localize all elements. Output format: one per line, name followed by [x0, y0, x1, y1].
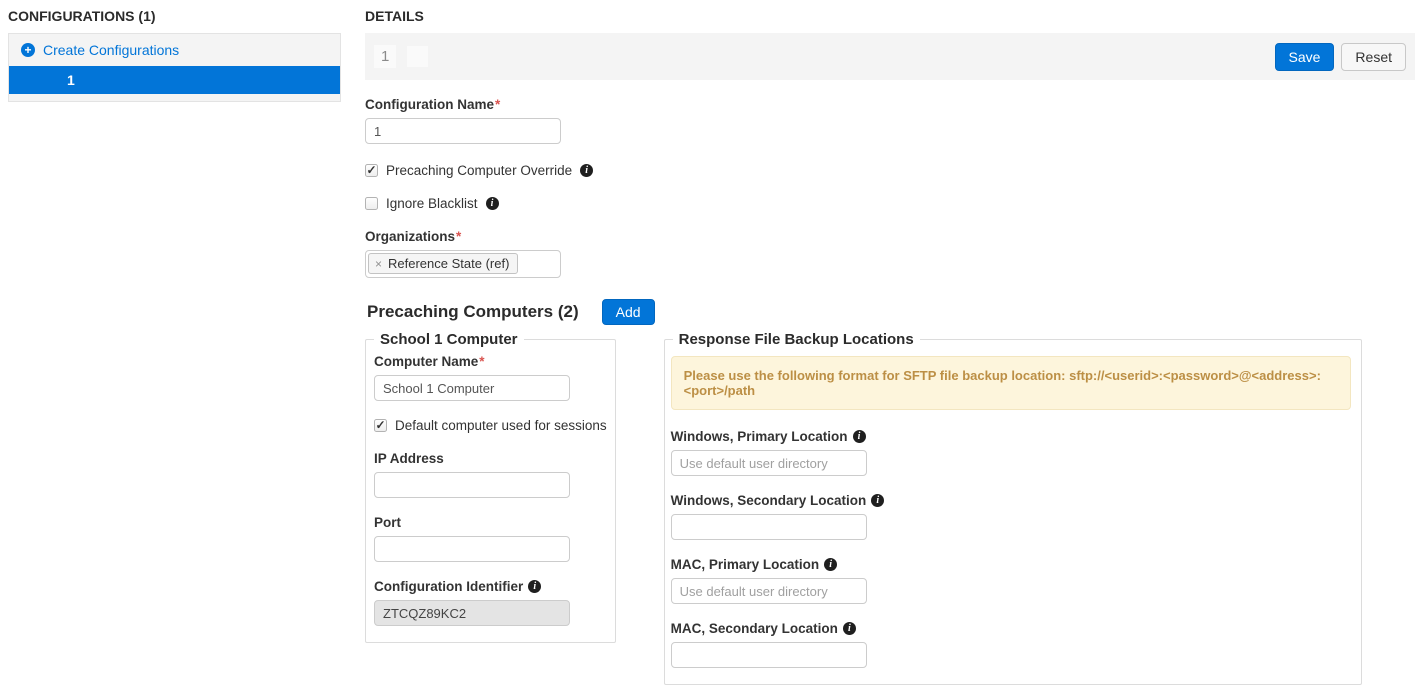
windows-primary-label: Windows, Primary Location i	[671, 429, 1353, 444]
organizations-group: Organizations* × Reference State (ref)	[365, 229, 1415, 278]
configuration-identifier-input	[374, 600, 570, 626]
label-text: Configuration Identifier	[374, 579, 523, 594]
label-text: Organizations	[365, 229, 455, 244]
page: CONFIGURATIONS (1) + Create Configuratio…	[0, 0, 1417, 685]
mac-secondary-group: MAC, Secondary Location i	[671, 621, 1353, 668]
required-marker: *	[479, 354, 484, 369]
ip-address-label: IP Address	[374, 451, 607, 466]
default-computer-row: Default computer used for sessions	[374, 418, 607, 433]
details-bar-box	[407, 46, 428, 67]
precaching-override-checkbox[interactable]	[365, 164, 378, 177]
precaching-computers-header: Precaching Computers (2) Add	[367, 299, 1415, 325]
reset-button[interactable]: Reset	[1341, 43, 1406, 71]
port-label: Port	[374, 515, 607, 530]
info-icon[interactable]: i	[486, 197, 499, 210]
default-computer-checkbox[interactable]	[374, 419, 387, 432]
ignore-blacklist-checkbox[interactable]	[365, 197, 378, 210]
label-text: MAC, Secondary Location	[671, 621, 838, 636]
organizations-label: Organizations*	[365, 229, 1415, 244]
organization-tag: × Reference State (ref)	[368, 253, 518, 274]
windows-secondary-group: Windows, Secondary Location i	[671, 493, 1353, 540]
info-icon[interactable]: i	[528, 580, 541, 593]
details-toolbar: 1 Save Reset	[365, 33, 1415, 80]
label-text: Configuration Name	[365, 97, 494, 112]
configurations-sidebar: CONFIGURATIONS (1) + Create Configuratio…	[8, 8, 341, 685]
configurations-list: + Create Configurations 1	[8, 33, 341, 102]
computer-fieldset: School 1 Computer Computer Name* Default…	[365, 331, 616, 643]
info-icon[interactable]: i	[871, 494, 884, 507]
computer-name-label: Computer Name*	[374, 354, 607, 369]
organization-tag-label: Reference State (ref)	[388, 256, 509, 271]
label-text: Windows, Secondary Location	[671, 493, 867, 508]
configuration-identifier-group: Configuration Identifier i	[374, 579, 607, 626]
ip-address-group: IP Address	[374, 451, 607, 498]
ignore-blacklist-row: Ignore Blacklist i	[365, 196, 1415, 211]
precaching-override-row: Precaching Computer Override i	[365, 163, 1415, 178]
mac-primary-group: MAC, Primary Location i	[671, 557, 1353, 604]
windows-secondary-label: Windows, Secondary Location i	[671, 493, 1353, 508]
precaching-override-label: Precaching Computer Override	[386, 163, 572, 178]
save-button[interactable]: Save	[1275, 43, 1335, 71]
info-icon[interactable]: i	[843, 622, 856, 635]
form-columns: School 1 Computer Computer Name* Default…	[365, 331, 1415, 685]
details-title: DETAILS	[365, 8, 1415, 24]
info-icon[interactable]: i	[580, 164, 593, 177]
label-text: Windows, Primary Location	[671, 429, 848, 444]
backup-locations-legend: Response File Backup Locations	[673, 331, 920, 348]
details-bar-title: 1	[374, 45, 396, 68]
label-text: Computer Name	[374, 354, 478, 369]
info-icon[interactable]: i	[824, 558, 837, 571]
info-icon[interactable]: i	[853, 430, 866, 443]
sftp-format-alert: Please use the following format for SFTP…	[671, 356, 1351, 410]
label-text: Port	[374, 515, 401, 530]
required-marker: *	[456, 229, 461, 244]
mac-secondary-input[interactable]	[671, 642, 867, 668]
add-computer-button[interactable]: Add	[602, 299, 655, 325]
port-group: Port	[374, 515, 607, 562]
toolbar-buttons: Save Reset	[1275, 43, 1407, 71]
configuration-name-label: Configuration Name*	[365, 97, 1415, 112]
port-input[interactable]	[374, 536, 570, 562]
configuration-form: Configuration Name* Precaching Computer …	[365, 80, 1415, 685]
sidebar-item-configuration-1[interactable]: 1	[9, 66, 340, 94]
computer-legend: School 1 Computer	[374, 331, 524, 348]
label-text: IP Address	[374, 451, 444, 466]
create-configurations-button[interactable]: + Create Configurations	[9, 34, 340, 66]
required-marker: *	[495, 97, 500, 112]
configuration-name-input[interactable]	[365, 118, 561, 144]
windows-primary-group: Windows, Primary Location i	[671, 429, 1353, 476]
windows-primary-input[interactable]	[671, 450, 867, 476]
configurations-title: CONFIGURATIONS (1)	[8, 8, 341, 24]
configuration-name-group: Configuration Name*	[365, 97, 1415, 144]
create-configurations-label: Create Configurations	[43, 42, 179, 58]
remove-tag-icon[interactable]: ×	[375, 257, 382, 271]
label-text: MAC, Primary Location	[671, 557, 820, 572]
mac-secondary-label: MAC, Secondary Location i	[671, 621, 1353, 636]
organizations-tag-input[interactable]: × Reference State (ref)	[365, 250, 561, 278]
ignore-blacklist-label: Ignore Blacklist	[386, 196, 478, 211]
ip-address-input[interactable]	[374, 472, 570, 498]
default-computer-label: Default computer used for sessions	[395, 418, 607, 433]
backup-locations-fieldset: Response File Backup Locations Please us…	[664, 331, 1362, 685]
details-panel: DETAILS 1 Save Reset Configuration Name*…	[341, 8, 1415, 685]
precaching-computers-heading: Precaching Computers (2)	[367, 302, 579, 322]
configuration-identifier-label: Configuration Identifier i	[374, 579, 607, 594]
windows-secondary-input[interactable]	[671, 514, 867, 540]
computer-name-input[interactable]	[374, 375, 570, 401]
mac-primary-label: MAC, Primary Location i	[671, 557, 1353, 572]
mac-primary-input[interactable]	[671, 578, 867, 604]
plus-circle-icon: +	[21, 43, 35, 57]
computer-name-group: Computer Name*	[374, 354, 607, 401]
